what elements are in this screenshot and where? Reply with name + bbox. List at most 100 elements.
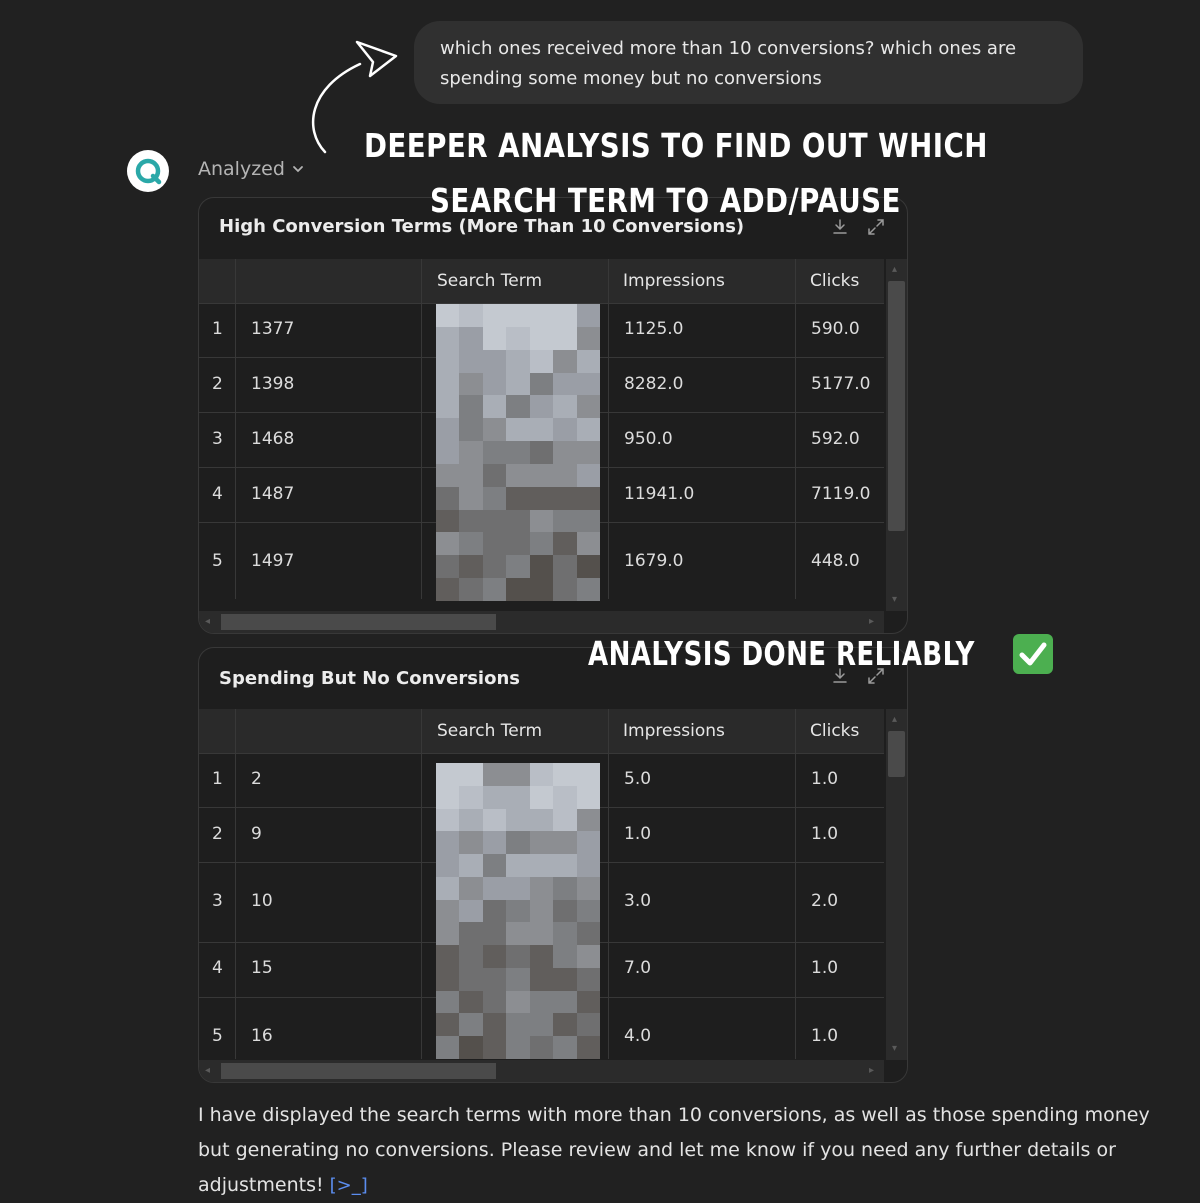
mosaic-cell: [506, 1013, 530, 1037]
mosaic-cell: [482, 372, 507, 396]
horizontal-scrollbar[interactable]: ◂ ▸: [199, 1060, 884, 1082]
mosaic-cell: [553, 395, 577, 419]
mosaic-cell: [553, 899, 577, 923]
mosaic-cell: [506, 304, 530, 327]
clicks-cell: 5177.0: [811, 374, 871, 394]
mosaic-cell: [482, 509, 507, 533]
mosaic-cell: [529, 899, 554, 923]
mosaic-cell: [553, 304, 577, 327]
code-icon[interactable]: [>_]: [330, 1175, 368, 1196]
clicks-cell: 1.0: [811, 769, 839, 789]
mosaic-cell: [576, 899, 600, 923]
row-id: 1377: [251, 319, 295, 339]
mosaic-cell: [436, 899, 460, 923]
mosaic-cell: [553, 967, 577, 991]
mosaic-cell: [436, 1013, 460, 1037]
mosaic-cell: [482, 441, 507, 464]
row-id: 2: [251, 769, 262, 789]
mosaic-cell: [482, 808, 507, 832]
vertical-scrollbar[interactable]: ▴ ▾: [886, 709, 907, 1060]
mosaic-cell: [459, 304, 483, 327]
mosaic-cell: [482, 304, 507, 327]
clicks-cell: 1.0: [811, 1026, 839, 1046]
mosaic-cell: [553, 486, 577, 510]
column-header-search-term[interactable]: Search Term: [437, 709, 542, 753]
mosaic-cell: [506, 463, 530, 487]
clicks-cell: 590.0: [811, 319, 860, 339]
mosaic-cell: [529, 532, 554, 556]
table-header: Search Term Impressions Clicks: [199, 709, 884, 754]
mosaic-cell: [576, 763, 600, 786]
mosaic-cell: [576, 1036, 600, 1059]
row-index: 1: [212, 769, 223, 789]
mosaic-cell: [436, 1036, 460, 1059]
column-header-clicks[interactable]: Clicks: [810, 709, 859, 753]
no-conversion-table-card: Spending But No Conversions Search Term …: [198, 647, 908, 1083]
mosaic-cell: [529, 304, 554, 327]
table-header: Search Term Impressions Clicks: [199, 259, 884, 304]
user-message-line: spending some money but no conversions: [440, 68, 822, 89]
mosaic-cell: [529, 1013, 554, 1037]
mosaic-cell: [576, 418, 600, 442]
vertical-scrollbar[interactable]: ▴ ▾: [886, 259, 907, 611]
row-id: 1398: [251, 374, 295, 394]
mosaic-cell: [459, 349, 483, 373]
analyzed-toggle[interactable]: Analyzed: [198, 158, 305, 180]
mosaic-cell: [459, 808, 483, 832]
impressions-cell: 8282.0: [624, 374, 684, 394]
mosaic-cell: [576, 808, 600, 832]
mosaic-cell: [576, 509, 600, 533]
column-header-search-term[interactable]: Search Term: [437, 259, 542, 303]
column-header-clicks[interactable]: Clicks: [810, 259, 859, 303]
mosaic-cell: [506, 441, 530, 464]
download-icon[interactable]: [831, 218, 849, 236]
mosaic-cell: [529, 808, 554, 832]
mosaic-cell: [436, 532, 460, 556]
mosaic-cell: [576, 831, 600, 855]
mosaic-cell: [506, 854, 530, 877]
mosaic-cell: [506, 395, 530, 419]
mosaic-cell: [459, 785, 483, 809]
mosaic-cell: [529, 349, 554, 373]
chevron-down-icon: [293, 166, 303, 173]
column-header-impressions[interactable]: Impressions: [623, 259, 725, 303]
mosaic-cell: [459, 967, 483, 991]
mosaic-cell: [506, 763, 530, 786]
mosaic-cell: [553, 349, 577, 373]
mosaic-cell: [553, 1013, 577, 1037]
expand-icon[interactable]: [867, 218, 885, 236]
mosaic-cell: [459, 876, 483, 900]
mosaic-cell: [553, 555, 577, 579]
mosaic-cell: [459, 395, 483, 419]
mosaic-cell: [436, 509, 460, 533]
mosaic-cell: [506, 967, 530, 991]
mosaic-cell: [506, 372, 530, 396]
mosaic-cell: [482, 418, 507, 442]
clicks-cell: 7119.0: [811, 484, 871, 504]
annotation-headline: DEEPER ANALYSIS TO FIND OUT WHICH: [364, 126, 988, 165]
mosaic-cell: [506, 326, 530, 350]
mosaic-cell: [482, 990, 507, 1014]
user-message-line: which ones received more than 10 convers…: [440, 38, 1017, 59]
mosaic-cell: [459, 922, 483, 946]
impressions-cell: 11941.0: [624, 484, 695, 504]
assistant-summary: I have displayed the search terms with m…: [198, 1098, 1150, 1203]
mosaic-cell: [529, 1036, 554, 1059]
mosaic-cell: [482, 967, 507, 991]
row-id: 1497: [251, 551, 295, 571]
row-index: 2: [212, 824, 223, 844]
mosaic-cell: [459, 1013, 483, 1037]
column-header-impressions[interactable]: Impressions: [623, 709, 725, 753]
mosaic-cell: [553, 990, 577, 1014]
row-id: 1468: [251, 429, 295, 449]
row-index: 5: [212, 1026, 223, 1046]
mosaic-cell: [436, 395, 460, 419]
mosaic-cell: [436, 876, 460, 900]
row-index: 2: [212, 374, 223, 394]
mosaic-cell: [436, 304, 460, 327]
mosaic-cell: [459, 899, 483, 923]
mosaic-cell: [436, 463, 460, 487]
mosaic-cell: [436, 372, 460, 396]
row-id: 10: [251, 891, 273, 911]
horizontal-scrollbar[interactable]: ◂ ▸: [199, 611, 884, 633]
